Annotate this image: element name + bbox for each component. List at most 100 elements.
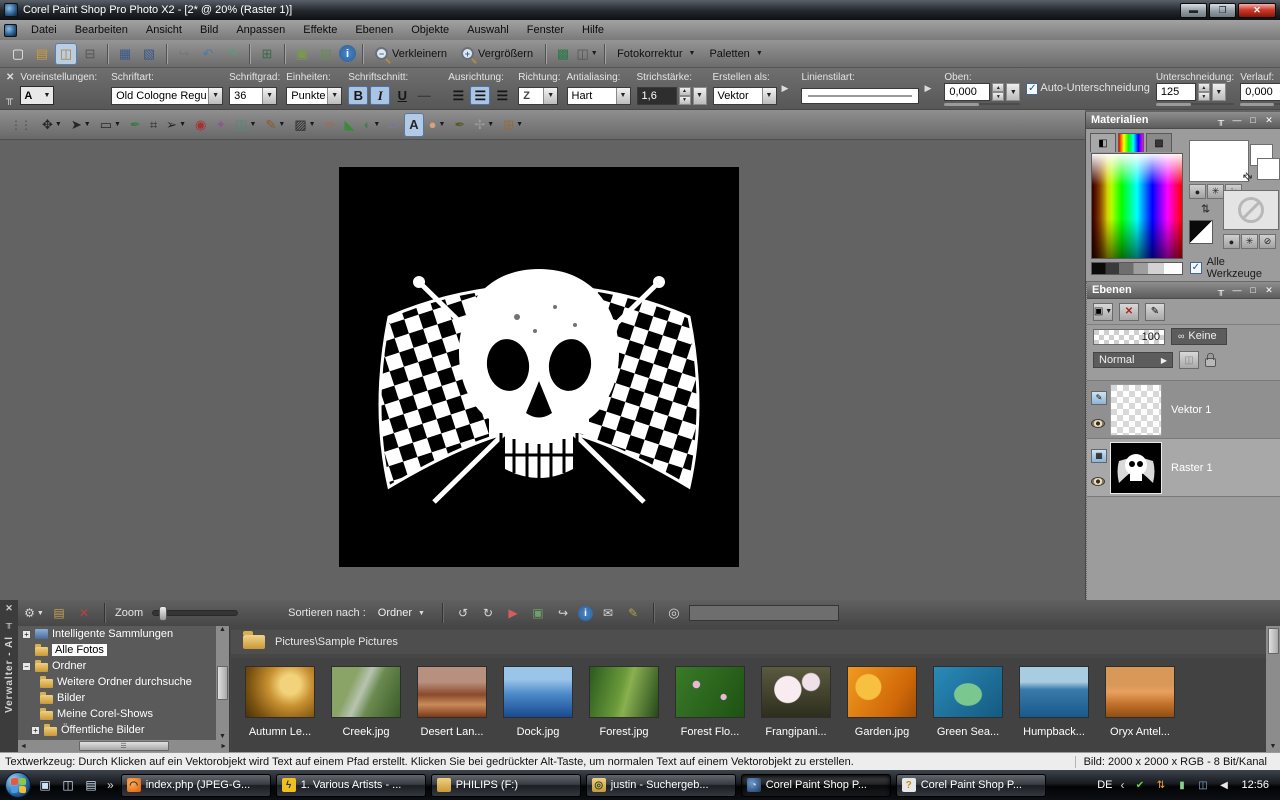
- pick-tool[interactable]: ➤▼: [67, 113, 95, 137]
- bold-button[interactable]: B: [348, 86, 368, 105]
- window-switcher-icon[interactable]: ◫: [59, 776, 77, 794]
- background-color-swatch-2[interactable]: [1257, 158, 1280, 180]
- sort-dropdown[interactable]: Ordner▼: [371, 605, 432, 621]
- pan-tool[interactable]: ✥▼: [38, 113, 66, 137]
- organizer-icon[interactable]: ▨: [315, 43, 337, 65]
- materials-minimize-icon[interactable]: —: [1231, 115, 1243, 126]
- update-arrows-icon[interactable]: ⇅: [1153, 778, 1168, 792]
- thumbnail-item[interactable]: Frangipani...: [761, 666, 831, 752]
- stroke-width-spinner[interactable]: ▲▼: [679, 87, 691, 105]
- line-style-dropdown[interactable]: [801, 88, 919, 104]
- raster-layer-thumbnail[interactable]: [1110, 442, 1162, 494]
- thumbnail-image[interactable]: [1105, 666, 1175, 718]
- black-white-swatch[interactable]: [1189, 220, 1213, 244]
- rotate-right-icon[interactable]: ↻: [478, 604, 498, 622]
- search-binoculars-icon[interactable]: ◎: [664, 604, 684, 622]
- taskbar-button-firefox[interactable]: ◠ index.php (JPEG-G...: [121, 774, 271, 797]
- restore-button[interactable]: ❐: [1209, 3, 1236, 18]
- tree-item-weitere-ordner[interactable]: Weitere Ordner durchsuche: [18, 674, 229, 690]
- tree-item-bilder[interactable]: Bilder: [18, 690, 229, 706]
- thumbnail-zoom-slider[interactable]: [152, 610, 238, 616]
- expand-icon[interactable]: +: [31, 726, 40, 735]
- new-icon[interactable]: ▢: [7, 43, 29, 65]
- organizer-pin-icon[interactable]: ╥: [6, 618, 12, 628]
- security-shield-icon[interactable]: ✔: [1132, 778, 1147, 792]
- taskbar-button-psp-active[interactable]: ◔ Corel Paint Shop P...: [741, 774, 891, 797]
- menu-effekte[interactable]: Effekte: [294, 22, 346, 38]
- menu-anpassen[interactable]: Anpassen: [227, 22, 294, 38]
- thumbnail-image[interactable]: [1019, 666, 1089, 718]
- tree-item-alle-fotos[interactable]: Alle Fotos: [18, 642, 229, 658]
- blend-ranges-icon[interactable]: ◫: [1179, 351, 1199, 369]
- tag-icon[interactable]: ✎: [623, 604, 643, 622]
- volume-icon[interactable]: ◀: [1216, 778, 1231, 792]
- layer-row-vektor[interactable]: ✎ Vektor 1: [1087, 380, 1280, 438]
- thumbnail-vertical-scrollbar[interactable]: ▼: [1266, 626, 1280, 752]
- share-photos-icon[interactable]: ↪: [553, 604, 573, 622]
- start-button[interactable]: [5, 772, 31, 798]
- create-as-dropdown[interactable]: Vektor▼: [713, 87, 777, 105]
- expand-icon[interactable]: +: [22, 630, 31, 639]
- rainbow-tab[interactable]: [1118, 133, 1144, 152]
- materials-close-icon[interactable]: ✕: [1263, 115, 1275, 126]
- clone-tool[interactable]: ◫▼: [231, 113, 260, 137]
- palettes-menu[interactable]: Paletten▼: [702, 46, 769, 62]
- brush-tool[interactable]: ✎▼: [261, 113, 289, 137]
- tree-item-ordner[interactable]: − Ordner: [18, 658, 229, 674]
- vektor-layer-thumbnail[interactable]: [1110, 384, 1162, 436]
- collapse-icon[interactable]: −: [22, 662, 31, 671]
- scan-icon[interactable]: ⊟: [79, 43, 101, 65]
- makeover-tool[interactable]: ✦: [211, 113, 230, 137]
- language-indicator[interactable]: DE: [1097, 779, 1112, 791]
- thumbnail-item[interactable]: Forest.jpg: [589, 666, 659, 752]
- quick-launch-overflow-icon[interactable]: »: [107, 778, 114, 792]
- menu-hilfe[interactable]: Hilfe: [573, 22, 613, 38]
- leading-spinner[interactable]: ▲▼: [992, 83, 1004, 101]
- materials-maximize-icon[interactable]: □: [1247, 115, 1259, 126]
- thumbnail-item[interactable]: Creek.jpg: [331, 666, 401, 752]
- menu-bearbeiten[interactable]: Bearbeiten: [66, 22, 137, 38]
- email-icon[interactable]: ✉: [598, 604, 618, 622]
- layer-link-button[interactable]: ∞Keine: [1171, 328, 1227, 345]
- layer-opacity-field[interactable]: 100: [1093, 329, 1165, 345]
- menu-ansicht[interactable]: Ansicht: [137, 22, 191, 38]
- undo-icon[interactable]: ↶: [197, 43, 219, 65]
- selection-tool[interactable]: ▭▼: [96, 113, 125, 137]
- scrollbar-thumb[interactable]: ☰: [79, 741, 169, 751]
- new-layer-button[interactable]: ▣▼: [1093, 303, 1113, 321]
- pen-tool[interactable]: ✒: [450, 113, 469, 137]
- stroke-width-slider-button[interactable]: ▼: [693, 87, 707, 105]
- bg-gradient-style-button[interactable]: ✳: [1241, 234, 1258, 249]
- color-picker-gradient[interactable]: [1091, 153, 1183, 259]
- taskbar-button-psp-help[interactable]: ? Corel Paint Shop P...: [896, 774, 1046, 797]
- swatches-tab[interactable]: ▩: [1146, 133, 1172, 152]
- show-desktop-icon[interactable]: ▣: [36, 776, 54, 794]
- preset-shape-tool[interactable]: ●▼: [425, 113, 450, 137]
- raster-visibility-icon[interactable]: [1091, 477, 1105, 486]
- mesh-warp-tool[interactable]: ⊞▼: [499, 113, 527, 137]
- italic-button[interactable]: I: [370, 86, 390, 105]
- title-bar[interactable]: Corel Paint Shop Pro Photo X2 - [2* @ 20…: [0, 0, 1280, 20]
- share-icon[interactable]: ↪: [173, 43, 195, 65]
- align-left-button[interactable]: ☰: [448, 86, 468, 105]
- menu-objekte[interactable]: Objekte: [402, 22, 458, 38]
- units-dropdown[interactable]: Punkte▼: [286, 87, 342, 105]
- thumbnail-image[interactable]: [245, 666, 315, 718]
- align-right-button[interactable]: ☰: [492, 86, 512, 105]
- lock-transparency-icon[interactable]: [1205, 358, 1216, 367]
- zoom-slider-thumb[interactable]: [159, 606, 167, 621]
- text-tool[interactable]: A: [404, 113, 423, 137]
- kerning-field[interactable]: 125: [1156, 83, 1196, 101]
- direction-dropdown[interactable]: Z▼: [518, 87, 558, 105]
- red-eye-tool[interactable]: ◉: [191, 113, 210, 137]
- background-material-swatch[interactable]: [1223, 190, 1279, 230]
- underline-button[interactable]: U: [392, 86, 412, 105]
- menu-ebenen[interactable]: Ebenen: [346, 22, 402, 38]
- photo-fix-menu[interactable]: Fotokorrektur▼: [610, 46, 702, 62]
- frame-tab[interactable]: ◧: [1090, 133, 1116, 152]
- slideshow-icon[interactable]: ▶: [503, 604, 523, 622]
- tree-horizontal-scrollbar[interactable]: ◄☰►: [18, 740, 229, 752]
- auto-kerning-row[interactable]: ✓ Auto-Unterschneidung: [1026, 79, 1149, 98]
- close-button[interactable]: ✕: [1238, 3, 1276, 18]
- organizer-close-icon[interactable]: ✕: [5, 603, 13, 614]
